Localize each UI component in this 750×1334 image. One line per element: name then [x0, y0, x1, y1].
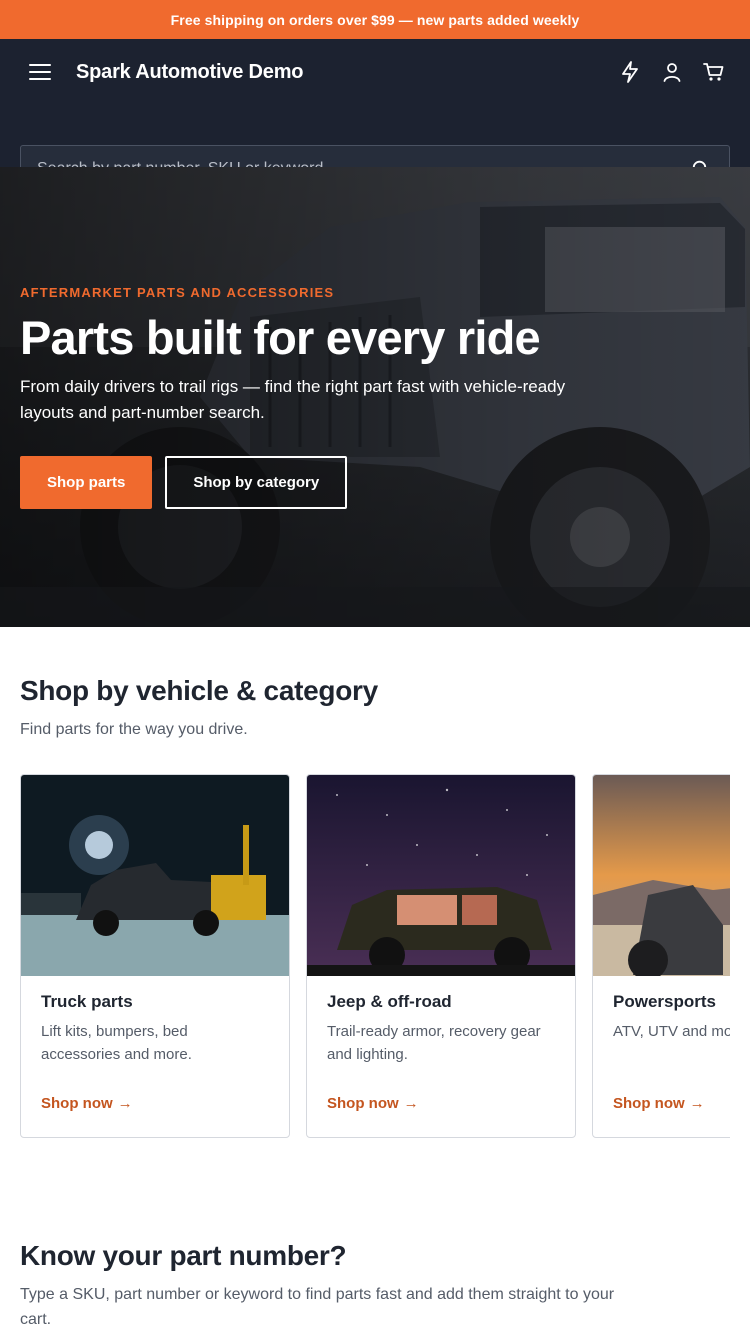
- promo-text: Free shipping on orders over $99 — new p…: [170, 11, 580, 28]
- card-body: Jeep & off-road Trail-ready armor, recov…: [307, 976, 575, 1080]
- jeep-image: [307, 775, 575, 976]
- part-number-subtitle: Type a SKU, part number or keyword to fi…: [20, 1286, 615, 1328]
- category-subtitle: Find parts for the way you drive.: [20, 721, 248, 738]
- hero-banner: AFTERMARKET PARTS AND ACCESSORIES Parts …: [0, 167, 750, 627]
- powersports-image: [593, 775, 730, 976]
- card-track: Truck parts Lift kits, bumpers, bed acce…: [20, 774, 730, 1138]
- arrow-right-icon: →: [403, 1095, 419, 1112]
- header-actions: [614, 56, 730, 88]
- shop-now-label: Shop now: [327, 1095, 399, 1112]
- card-title: Jeep & off-road: [327, 992, 452, 1011]
- menu-icon[interactable]: [20, 52, 60, 92]
- hero-eyebrow: AFTERMARKET PARTS AND ACCESSORIES: [20, 285, 335, 300]
- card-body: Powersports ATV, UTV and mo: [593, 976, 730, 1080]
- category-card-jeep[interactable]: Jeep & off-road Trail-ready armor, recov…: [306, 774, 576, 1138]
- account-icon[interactable]: [656, 56, 688, 88]
- shop-now-label: Shop now: [41, 1095, 113, 1112]
- arrow-right-icon: →: [689, 1095, 705, 1112]
- card-description: Lift kits, bumpers, bed accessories and …: [41, 1023, 192, 1063]
- category-header: Shop by vehicle & category Find parts fo…: [0, 627, 750, 739]
- shop-now-label: Shop now: [613, 1095, 685, 1112]
- card-title: Powersports: [613, 992, 716, 1011]
- card-title: Truck parts: [41, 992, 133, 1011]
- card-body: Truck parts Lift kits, bumpers, bed acce…: [21, 976, 289, 1080]
- shop-parts-button[interactable]: Shop parts: [20, 456, 153, 510]
- part-number-title: Know your part number?: [20, 1240, 347, 1271]
- hero-content: AFTERMARKET PARTS AND ACCESSORIES Parts …: [20, 285, 660, 510]
- shop-now-link[interactable]: Shop now →: [327, 1095, 419, 1112]
- part-number-section: Know your part number? Type a SKU, part …: [20, 1240, 630, 1332]
- hero-title: Parts built for every ride: [20, 311, 541, 364]
- shop-now-link[interactable]: Shop now →: [613, 1095, 705, 1112]
- category-section: Shop by vehicle & category Find parts fo…: [0, 627, 750, 1138]
- lightning-icon[interactable]: [614, 56, 646, 88]
- category-title: Shop by vehicle & category: [20, 675, 378, 706]
- card-description: Trail-ready armor, recovery gear and lig…: [327, 1023, 541, 1063]
- shop-now-link[interactable]: Shop now →: [41, 1095, 133, 1112]
- cart-icon[interactable]: [698, 56, 730, 88]
- hero-subtitle: From daily drivers to trail rigs — find …: [20, 377, 566, 423]
- arrow-right-icon: →: [117, 1095, 133, 1112]
- shop-by-category-button[interactable]: Shop by category: [165, 456, 348, 510]
- category-card-truck[interactable]: Truck parts Lift kits, bumpers, bed acce…: [20, 774, 290, 1138]
- promo-banner: Free shipping on orders over $99 — new p…: [0, 0, 750, 39]
- category-card-powersports[interactable]: Powersports ATV, UTV and mo Shop now →: [592, 774, 730, 1138]
- card-description: ATV, UTV and mo: [613, 1023, 730, 1040]
- top-bar: Spark Automotive Demo: [0, 39, 750, 105]
- brand-logo[interactable]: Spark Automotive Demo: [76, 61, 614, 84]
- hero-actions: Shop parts Shop by category: [20, 456, 660, 510]
- site-header: Spark Automotive Demo: [0, 39, 750, 193]
- truck-image: [21, 775, 289, 976]
- category-carousel[interactable]: Truck parts Lift kits, bumpers, bed acce…: [20, 774, 730, 1139]
